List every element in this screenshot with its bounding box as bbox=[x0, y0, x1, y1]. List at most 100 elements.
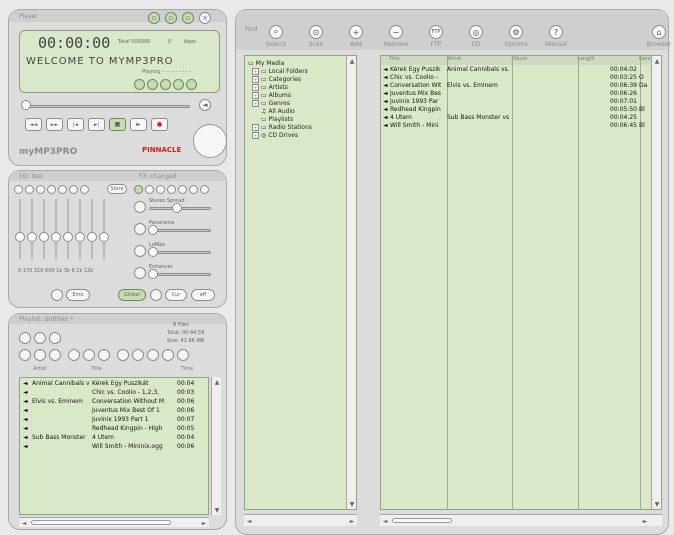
toolbar-cd[interactable]: ◎ CD bbox=[456, 25, 496, 48]
fx-toggle-2[interactable] bbox=[134, 223, 146, 235]
off-button[interactable]: off bbox=[191, 289, 215, 301]
tree-item-cd-drives[interactable]: + ◎ CD Drives bbox=[248, 131, 312, 139]
playlist-hscroll-thumb[interactable] bbox=[31, 520, 171, 525]
store-button[interactable]: Store bbox=[107, 184, 127, 194]
eq-preset-3[interactable] bbox=[36, 185, 45, 194]
lcd-button-4[interactable] bbox=[173, 79, 184, 90]
media-row[interactable]: ◄ Conversation Wit Elvis vs. Eminem 00:0… bbox=[383, 82, 653, 89]
fx-preset-6[interactable] bbox=[189, 185, 198, 194]
expand-icon[interactable]: + bbox=[252, 131, 259, 139]
playlist-tool-9[interactable] bbox=[147, 349, 159, 361]
tree-item-artists[interactable]: + ▭ Artists bbox=[248, 83, 312, 91]
media-col-album[interactable]: Album bbox=[512, 56, 578, 65]
eq-knob-4[interactable] bbox=[51, 232, 61, 242]
fx-toggle-3[interactable] bbox=[134, 245, 146, 257]
eq-band-5[interactable] bbox=[67, 199, 69, 259]
lcd-button-1[interactable] bbox=[134, 79, 145, 90]
fx-preset-2[interactable] bbox=[145, 185, 154, 194]
playlist-tool-11[interactable] bbox=[177, 349, 189, 361]
eq-preset-2[interactable] bbox=[25, 185, 34, 194]
tree-item-genres[interactable]: + ▭ Genres bbox=[248, 99, 312, 107]
scroll-down-icon[interactable]: ▼ bbox=[212, 505, 222, 515]
lcd-button-3[interactable] bbox=[160, 79, 171, 90]
media-row[interactable]: ◄ Redhead Kingpin 00:05:50 Bl bbox=[383, 106, 653, 113]
expand-icon[interactable]: + bbox=[252, 83, 259, 91]
playlist-row[interactable]: ◄ Chic vs. Coolio - 1,2,3, 00:03 bbox=[23, 389, 209, 396]
stop-button[interactable]: ■ bbox=[109, 118, 126, 131]
eq-band-2[interactable] bbox=[31, 199, 33, 259]
scroll-up-icon[interactable]: ▲ bbox=[652, 56, 661, 66]
fx-knob-4[interactable] bbox=[148, 269, 158, 279]
player-mini-button-1[interactable]: ▫ bbox=[148, 12, 160, 24]
playlist-row[interactable]: ◄ Redhead Kingpin - High 00:05 bbox=[23, 425, 209, 432]
scroll-up-icon[interactable]: ▲ bbox=[212, 377, 222, 387]
fx-toggle-1[interactable] bbox=[134, 201, 146, 213]
expand-icon[interactable]: + bbox=[252, 99, 259, 107]
media-col-artist[interactable]: Artist bbox=[448, 56, 512, 65]
fx-preset-5[interactable] bbox=[178, 185, 187, 194]
playlist-tool-1[interactable] bbox=[19, 349, 31, 361]
scroll-right-icon[interactable]: ► bbox=[347, 516, 357, 526]
toolbar-search[interactable]: ⌕ Search bbox=[256, 25, 296, 48]
eq-preset-5[interactable] bbox=[58, 185, 67, 194]
toolbar-add[interactable]: + Add bbox=[336, 25, 376, 48]
tree-item-albums[interactable]: + ▭ Albums bbox=[248, 91, 312, 99]
global-button[interactable]: Global bbox=[118, 289, 146, 301]
playlist-row[interactable]: ◄ Juvinix 1993 Part 1 00:07 bbox=[23, 416, 209, 423]
eq-knob-7[interactable] bbox=[87, 232, 97, 242]
fx-knob-3[interactable] bbox=[148, 247, 158, 257]
player-close-button[interactable]: × bbox=[199, 12, 211, 24]
tree-item-all-audio[interactable]: ♫ All Audio bbox=[248, 107, 312, 115]
volume-icon[interactable]: ◄ bbox=[199, 99, 211, 111]
media-row[interactable]: ◄ Kérek Egy Puszik Animal Cannibals vs. … bbox=[383, 66, 653, 73]
fx-preset-4[interactable] bbox=[167, 185, 176, 194]
expand-icon[interactable]: + bbox=[252, 123, 259, 131]
fx-slider-4[interactable] bbox=[149, 273, 211, 276]
eq-knob-2[interactable] bbox=[27, 232, 37, 242]
lcd-button-5[interactable] bbox=[186, 79, 197, 90]
playlist-tool-8[interactable] bbox=[132, 349, 144, 361]
playlist-col-artist[interactable]: Artist bbox=[19, 366, 91, 375]
media-row[interactable]: ◄ Juventus Mix Bes 00:06:26 bbox=[383, 90, 653, 97]
eq-preset-1[interactable] bbox=[14, 185, 23, 194]
scroll-down-icon[interactable]: ▼ bbox=[347, 499, 357, 509]
record-button[interactable]: ● bbox=[151, 118, 168, 131]
toolbar-browser[interactable]: ⌂ Browser bbox=[639, 25, 674, 48]
eq-band-7[interactable] bbox=[91, 199, 93, 259]
lcd-button-2[interactable] bbox=[147, 79, 158, 90]
eq-band-6[interactable] bbox=[79, 199, 81, 259]
playlist-open-button[interactable] bbox=[34, 332, 46, 344]
playlist-hscroll[interactable]: ◄ ► bbox=[19, 517, 209, 527]
tree-vscroll[interactable]: ▲ ▼ bbox=[346, 56, 356, 509]
playlist-col-time[interactable]: Time bbox=[181, 366, 201, 375]
playlist-save-button[interactable] bbox=[49, 332, 61, 344]
fx-reset-button[interactable] bbox=[150, 289, 162, 301]
media-row[interactable]: ◄ Will Smith - Mini 00:06:45 Bl bbox=[383, 122, 653, 129]
fx-preset-7[interactable] bbox=[200, 185, 209, 194]
toolbar-scan[interactable]: ⊙ Scan bbox=[296, 25, 336, 48]
playlist-row[interactable]: ◄ Animal Cannibals v Kérek Egy Puszikát … bbox=[23, 380, 209, 387]
eq-preset-7[interactable] bbox=[80, 185, 89, 194]
media-hscroll[interactable]: ◄ ► bbox=[380, 514, 662, 526]
playlist-tool-7[interactable] bbox=[117, 349, 129, 361]
tree-hscroll[interactable]: ◄ ► bbox=[244, 514, 357, 526]
eq-knob-3[interactable] bbox=[39, 232, 49, 242]
eq-preset-4[interactable] bbox=[47, 185, 56, 194]
eq-knob-8[interactable] bbox=[99, 232, 109, 242]
eq-reset-button[interactable] bbox=[51, 289, 63, 301]
scroll-right-icon[interactable]: ► bbox=[199, 518, 209, 528]
scroll-down-icon[interactable]: ▼ bbox=[652, 499, 661, 509]
playlist-vscroll[interactable]: ▲ ▼ bbox=[211, 377, 221, 515]
fx-preset-3[interactable] bbox=[156, 185, 165, 194]
toolbar-ftp[interactable]: FTP FTP bbox=[416, 25, 456, 48]
fx-knob-2[interactable] bbox=[148, 225, 158, 235]
playlist-row[interactable]: ◄ Elvis vs. Eminem Conversation Without … bbox=[23, 398, 209, 405]
scroll-left-icon[interactable]: ◄ bbox=[19, 518, 29, 528]
next-button[interactable]: ►| bbox=[88, 118, 105, 131]
position-slider-track[interactable] bbox=[25, 105, 190, 108]
eq-knob-5[interactable] bbox=[63, 232, 73, 242]
playlist-tool-3[interactable] bbox=[49, 349, 61, 361]
scroll-left-icon[interactable]: ◄ bbox=[380, 516, 390, 526]
toolbar-manual[interactable]: ? Manual bbox=[536, 25, 576, 48]
media-row[interactable]: ◄ 4 Ütem Sub Bass Monster vs 00:04:25 bbox=[383, 114, 653, 121]
